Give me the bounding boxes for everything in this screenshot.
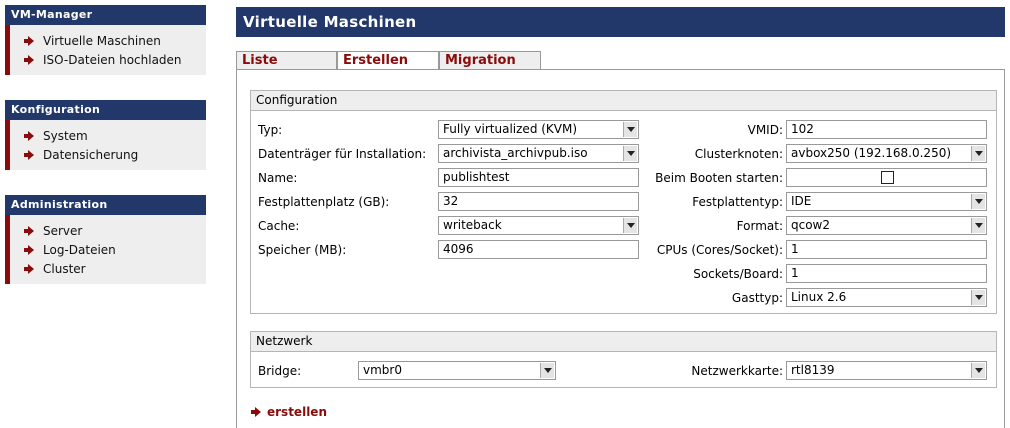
- cache-label: Cache:: [258, 219, 300, 233]
- sidebar-item-cluster[interactable]: Cluster: [10, 259, 206, 278]
- sidebar-section-vm-manager: VM-Manager Virtuelle Maschinen ISO-Datei…: [5, 5, 206, 75]
- memory-label: Speicher (MB):: [258, 243, 347, 257]
- installation-label: Datenträger für Installation:: [258, 147, 427, 161]
- guest-type-value: Linux 2.6: [791, 290, 847, 304]
- create-label: erstellen: [267, 405, 327, 419]
- sidebar-item-label: Datensicherung: [43, 147, 139, 162]
- disk-size-input[interactable]: 32: [438, 192, 639, 211]
- cluster-value: avbox250 (192.168.0.250): [791, 146, 952, 160]
- disk-size-label: Festplattenplatz (GB):: [258, 195, 390, 209]
- chevron-down-icon[interactable]: [623, 218, 637, 233]
- sockets-label: Sockets/Board:: [693, 267, 783, 281]
- sidebar-item-system[interactable]: System: [10, 126, 206, 145]
- sidebar-item-label: Log-Dateien: [43, 242, 116, 257]
- sidebar-item-server[interactable]: Server: [10, 221, 206, 240]
- chevron-down-icon[interactable]: [623, 122, 637, 137]
- vmid-label: VMID:: [747, 123, 783, 137]
- nic-label: Netzwerkkarte:: [691, 364, 783, 378]
- name-input[interactable]: publishtest: [438, 168, 639, 187]
- sockets-input[interactable]: 1: [786, 264, 987, 283]
- cpus-label: CPUs (Cores/Socket):: [656, 243, 783, 257]
- typ-label: Typ:: [258, 123, 283, 137]
- cache-select[interactable]: writeback: [438, 216, 639, 235]
- chevron-down-icon[interactable]: [971, 146, 985, 161]
- tab-erstellen[interactable]: Erstellen: [337, 51, 439, 71]
- disk-type-value: IDE: [791, 194, 812, 208]
- chevron-down-icon[interactable]: [623, 146, 637, 161]
- guest-type-label: Gasttyp:: [731, 291, 783, 305]
- bridge-select[interactable]: vmbr0: [358, 361, 556, 380]
- chevron-down-icon[interactable]: [971, 194, 985, 209]
- cache-value: writeback: [443, 218, 502, 232]
- sidebar-item-label: System: [43, 128, 88, 143]
- configuration-panel: Configuration Typ: Fully virtualized (KV…: [250, 90, 997, 314]
- sidebar-item-virtuelle-maschinen[interactable]: Virtuelle Maschinen: [10, 31, 206, 50]
- name-label: Name:: [258, 171, 298, 185]
- sidebar-section-administration: Administration Server Log-Dateien Cluste…: [5, 195, 206, 284]
- chevron-down-icon[interactable]: [971, 218, 985, 233]
- panel-title: Netzwerk: [251, 332, 996, 352]
- typ-value: Fully virtualized (KVM): [443, 122, 578, 136]
- tab-liste[interactable]: Liste: [236, 51, 337, 70]
- format-select[interactable]: qcow2: [786, 216, 987, 235]
- disk-type-label: Festplattentyp:: [692, 195, 783, 209]
- sidebar-item-label: ISO-Dateien hochladen: [43, 52, 182, 67]
- network-panel: Netzwerk Bridge: vmbr0 Netzwerkkarte: rt…: [250, 331, 997, 388]
- nic-value: rtl8139: [791, 363, 835, 377]
- arrow-right-icon: [24, 54, 34, 65]
- sidebar-section-body: Virtuelle Maschinen ISO-Dateien hochlade…: [5, 25, 206, 75]
- format-label: Format:: [736, 219, 783, 233]
- sidebar-section-title: VM-Manager: [5, 5, 206, 25]
- guest-type-select[interactable]: Linux 2.6: [786, 288, 987, 307]
- memory-input[interactable]: 4096: [438, 240, 639, 259]
- installation-value: archivista_archivpub.iso: [443, 146, 588, 160]
- cpus-input[interactable]: 1: [786, 240, 987, 259]
- bridge-value: vmbr0: [363, 363, 402, 377]
- typ-select[interactable]: Fully virtualized (KVM): [438, 120, 639, 139]
- sidebar-section-body: System Datensicherung: [5, 120, 206, 170]
- chevron-down-icon[interactable]: [971, 363, 985, 378]
- page-title: Virtuelle Maschinen: [236, 7, 1005, 37]
- sidebar-section-konfiguration: Konfiguration System Datensicherung: [5, 100, 206, 170]
- panel-title: Configuration: [251, 91, 996, 111]
- chevron-down-icon[interactable]: [971, 290, 985, 305]
- create-button[interactable]: erstellen: [251, 405, 327, 419]
- sidebar-section-title: Konfiguration: [5, 100, 206, 120]
- sidebar-item-label: Cluster: [43, 261, 86, 276]
- arrow-right-icon: [24, 130, 34, 141]
- sidebar-section-title: Administration: [5, 195, 206, 215]
- arrow-right-icon: [24, 225, 34, 236]
- tab-migration[interactable]: Migration: [439, 51, 541, 70]
- installation-select[interactable]: archivista_archivpub.iso: [438, 144, 639, 163]
- arrow-right-icon: [24, 35, 34, 46]
- boot-start-container: [786, 168, 987, 187]
- sidebar-item-datensicherung[interactable]: Datensicherung: [10, 145, 206, 164]
- arrow-right-icon: [251, 407, 261, 417]
- arrow-right-icon: [24, 244, 34, 255]
- cluster-select[interactable]: avbox250 (192.168.0.250): [786, 144, 987, 163]
- bridge-label: Bridge:: [258, 364, 302, 378]
- arrow-right-icon: [24, 149, 34, 160]
- sidebar-section-body: Server Log-Dateien Cluster: [5, 215, 206, 284]
- cluster-label: Clusterknoten:: [694, 147, 783, 161]
- nic-select[interactable]: rtl8139: [786, 361, 987, 380]
- vmid-input[interactable]: 102: [786, 120, 987, 139]
- boot-start-checkbox[interactable]: [881, 171, 894, 184]
- boot-start-label: Beim Booten starten:: [655, 171, 783, 185]
- chevron-down-icon[interactable]: [540, 363, 554, 378]
- sidebar-item-log-dateien[interactable]: Log-Dateien: [10, 240, 206, 259]
- sidebar-item-label: Virtuelle Maschinen: [43, 33, 161, 48]
- sidebar-item-iso-dateien-hochladen[interactable]: ISO-Dateien hochladen: [10, 50, 206, 69]
- disk-type-select[interactable]: IDE: [786, 192, 987, 211]
- arrow-right-icon: [24, 263, 34, 274]
- tab-content: Configuration Typ: Fully virtualized (KV…: [236, 69, 1005, 428]
- format-value: qcow2: [791, 218, 831, 232]
- sidebar-item-label: Server: [43, 223, 83, 238]
